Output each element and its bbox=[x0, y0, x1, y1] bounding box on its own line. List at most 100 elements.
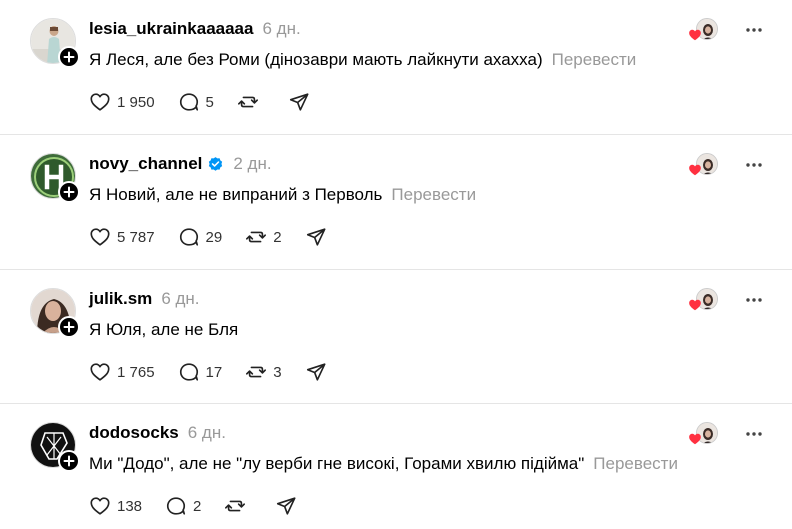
repost-icon bbox=[237, 96, 258, 108]
post-text-line: Я Леся, але без Роми (дінозаври мають ла… bbox=[89, 50, 636, 70]
comment-button[interactable]: 5 bbox=[178, 91, 214, 113]
like-button[interactable]: 1 950 bbox=[89, 91, 155, 113]
follow-button[interactable] bbox=[58, 316, 80, 338]
avatar-wrap bbox=[30, 18, 80, 68]
comment-button[interactable]: 17 bbox=[178, 361, 223, 383]
repost-button[interactable]: 2 bbox=[245, 226, 282, 248]
red-heart-icon bbox=[688, 163, 702, 177]
liked-by-indicator[interactable] bbox=[688, 288, 718, 312]
comment-icon bbox=[179, 363, 198, 381]
post-actions: 1 765 17 3 bbox=[89, 360, 350, 384]
repost-button[interactable] bbox=[237, 91, 265, 113]
repost-count: 2 bbox=[273, 228, 282, 246]
follow-button[interactable] bbox=[58, 450, 80, 472]
plus-icon bbox=[63, 321, 75, 333]
post-novy-channel: novy_channel 2 дн. Я Новий, але не випра… bbox=[0, 135, 792, 270]
username[interactable]: novy_channel bbox=[89, 154, 202, 174]
avatar-wrap bbox=[30, 153, 80, 203]
liked-by-indicator[interactable] bbox=[688, 153, 718, 177]
more-options-icon[interactable] bbox=[744, 20, 764, 40]
heart-icon bbox=[90, 93, 110, 111]
translate-link[interactable]: Перевести bbox=[552, 50, 637, 69]
plus-icon bbox=[63, 51, 75, 63]
comment-count: 5 bbox=[205, 93, 214, 111]
send-icon bbox=[306, 228, 326, 246]
share-button[interactable] bbox=[305, 361, 327, 383]
like-count: 1 950 bbox=[117, 93, 155, 111]
more-options-icon[interactable] bbox=[744, 424, 764, 444]
like-button[interactable]: 138 bbox=[89, 495, 142, 517]
follow-button[interactable] bbox=[58, 181, 80, 203]
post-time[interactable]: 6 дн. bbox=[161, 289, 199, 309]
red-heart-icon bbox=[688, 432, 702, 446]
threads-feed: lesia_ukrainkaaaaaa 6 дн. Я Леся, але бе… bbox=[0, 0, 792, 529]
post-time[interactable]: 2 дн. bbox=[233, 154, 271, 174]
avatar-wrap bbox=[30, 288, 80, 338]
username[interactable]: dodosocks bbox=[89, 423, 179, 443]
translate-link[interactable]: Перевести bbox=[593, 454, 678, 473]
post-header: dodosocks 6 дн. bbox=[89, 422, 226, 444]
post-right-icons bbox=[688, 288, 764, 312]
liked-by-indicator[interactable] bbox=[688, 422, 718, 446]
post-text: Я Юля, але не Бля bbox=[89, 320, 239, 339]
post-time[interactable]: 6 дн. bbox=[262, 19, 300, 39]
follow-button[interactable] bbox=[58, 46, 80, 68]
like-button[interactable]: 5 787 bbox=[89, 226, 155, 248]
post-text-line: Я Новий, але не випраний з Перволь Переве… bbox=[89, 185, 476, 205]
like-count: 1 765 bbox=[117, 363, 155, 381]
comment-icon bbox=[166, 497, 186, 515]
red-heart-icon bbox=[688, 298, 702, 312]
comment-button[interactable]: 29 bbox=[178, 226, 223, 248]
post-header: lesia_ukrainkaaaaaa 6 дн. bbox=[89, 18, 301, 40]
post-text: Я Новий, але не випраний з Перволь bbox=[89, 185, 383, 204]
post-header: julik.sm 6 дн. bbox=[89, 288, 200, 310]
share-button[interactable] bbox=[288, 91, 310, 113]
heart-icon bbox=[90, 363, 110, 381]
post-header: novy_channel 2 дн. bbox=[89, 153, 272, 175]
post-text-line: Ми "Додо", але не "лу верби гне високі, … bbox=[89, 454, 678, 474]
liked-by-indicator[interactable] bbox=[688, 18, 718, 42]
share-button[interactable] bbox=[305, 226, 327, 248]
post-text: Ми "Додо", але не "лу верби гне високі, … bbox=[89, 454, 585, 473]
post-right-icons bbox=[688, 422, 764, 446]
comment-count: 2 bbox=[193, 497, 202, 515]
translate-link[interactable]: Перевести bbox=[391, 185, 476, 204]
post-dodosocks: dodosocks 6 дн. Ми "Додо", але не "лу ве… bbox=[0, 404, 792, 529]
username[interactable]: julik.sm bbox=[89, 289, 152, 309]
share-button[interactable] bbox=[275, 495, 297, 517]
comment-count: 29 bbox=[205, 228, 223, 246]
repost-button[interactable] bbox=[224, 495, 252, 517]
more-options-icon[interactable] bbox=[744, 155, 764, 175]
like-count: 5 787 bbox=[117, 228, 155, 246]
repost-icon bbox=[246, 366, 267, 378]
comment-icon bbox=[179, 93, 198, 111]
post-actions: 5 787 29 2 bbox=[89, 225, 350, 249]
post-time[interactable]: 6 дн. bbox=[188, 423, 226, 443]
username[interactable]: lesia_ukrainkaaaaaa bbox=[89, 19, 253, 39]
send-icon bbox=[306, 363, 326, 381]
post-actions: 138 2 bbox=[89, 494, 320, 518]
heart-icon bbox=[90, 228, 110, 246]
verified-badge-icon bbox=[207, 156, 224, 173]
repost-button[interactable]: 3 bbox=[245, 361, 282, 383]
comment-button[interactable]: 2 bbox=[165, 495, 201, 517]
plus-icon bbox=[63, 455, 75, 467]
red-heart-icon bbox=[688, 28, 702, 42]
post-lesia: lesia_ukrainkaaaaaa 6 дн. Я Леся, але бе… bbox=[0, 0, 792, 135]
post-julik: julik.sm 6 дн. Я Юля, але не Бля 1 765 1… bbox=[0, 270, 792, 404]
post-actions: 1 950 5 bbox=[89, 90, 333, 114]
send-icon bbox=[277, 497, 296, 515]
post-text: Я Леся, але без Роми (дінозаври мають ла… bbox=[89, 50, 543, 69]
like-button[interactable]: 1 765 bbox=[89, 361, 155, 383]
plus-icon bbox=[63, 186, 75, 198]
comment-count: 17 bbox=[205, 363, 223, 381]
like-count: 138 bbox=[117, 497, 143, 515]
avatar-wrap bbox=[30, 422, 80, 472]
repost-icon bbox=[225, 500, 246, 512]
repost-count: 3 bbox=[273, 363, 282, 381]
comment-icon bbox=[179, 228, 198, 246]
more-options-icon[interactable] bbox=[744, 290, 764, 310]
post-right-icons bbox=[688, 18, 764, 42]
send-icon bbox=[289, 93, 309, 111]
repost-icon bbox=[246, 231, 267, 243]
